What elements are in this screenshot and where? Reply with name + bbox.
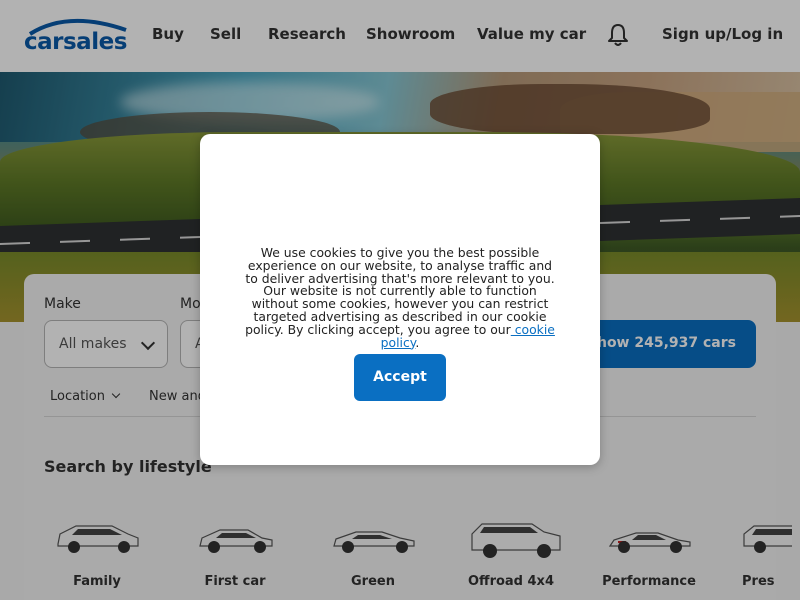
cookie-consent-dialog: We use cookies to give you the best poss… bbox=[200, 134, 600, 465]
cookie-message: We use cookies to give you the best poss… bbox=[240, 245, 560, 350]
cookie-message-trail: . bbox=[415, 334, 420, 350]
cookie-message-text: We use cookies to give you the best poss… bbox=[245, 245, 555, 337]
accept-button[interactable]: Accept bbox=[354, 354, 446, 401]
